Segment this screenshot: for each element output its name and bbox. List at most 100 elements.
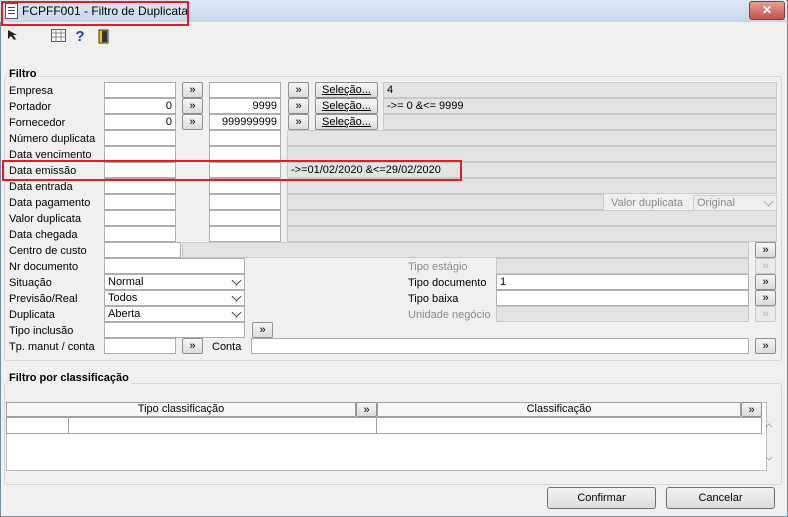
- classificacao-arrow-button[interactable]: »: [741, 402, 762, 417]
- tipo-classificacao-arrow-button[interactable]: »: [356, 402, 377, 417]
- tipo-estagio-input: [496, 258, 749, 274]
- tp-manut-arrow-button[interactable]: »: [182, 338, 203, 354]
- data-chegada-label: Data chegada: [9, 229, 78, 241]
- tipo-inclusao-arrow-button[interactable]: »: [252, 322, 273, 338]
- portador-from-input[interactable]: 0: [104, 98, 176, 114]
- empresa-copy-arrow-button[interactable]: »: [182, 82, 203, 98]
- fornecedor-info: [383, 114, 777, 130]
- conta-label: Conta: [212, 341, 242, 353]
- tipo-documento-label: Tipo documento: [408, 277, 487, 289]
- title-highlight: [1, 1, 189, 26]
- grid-cell-key[interactable]: [6, 417, 69, 434]
- valor-duplicata-to-input[interactable]: [209, 210, 281, 226]
- duplicata-value: Aberta: [108, 308, 141, 320]
- unidade-negocio-input: [496, 306, 749, 322]
- tp-manut-label: Tp. manut / conta: [9, 341, 95, 353]
- empresa-info: 4: [383, 82, 777, 98]
- tipo-inclusao-label: Tipo inclusão: [9, 325, 74, 337]
- portador-info: ->= 0 &<= 9999: [383, 98, 777, 114]
- unidade-negocio-label: Unidade negócio: [408, 309, 491, 321]
- valor-duplicata-info: [287, 210, 777, 226]
- previsao-label: Previsão/Real: [9, 293, 78, 305]
- chevron-down-icon: [231, 275, 242, 286]
- conta-input[interactable]: [251, 338, 749, 354]
- valor-duplicata-select: Original: [693, 195, 777, 211]
- tipo-estagio-label: Tipo estágio: [408, 261, 468, 273]
- classificacao-title: Filtro por classificação: [7, 372, 131, 384]
- confirmar-button[interactable]: Confirmar: [547, 487, 656, 509]
- pointer-icon[interactable]: [5, 29, 21, 45]
- centro-custo-description: [182, 242, 749, 258]
- help-icon[interactable]: ?: [72, 29, 88, 45]
- data-pagamento-to-input[interactable]: [209, 194, 281, 210]
- portador-arrow-button[interactable]: »: [288, 98, 309, 114]
- fornecedor-label: Fornecedor: [9, 117, 66, 129]
- valor-duplicata-right-label: Valor duplicata: [611, 197, 683, 209]
- empresa-from-input[interactable]: [104, 82, 176, 98]
- fornecedor-arrow-button[interactable]: »: [288, 114, 309, 130]
- grid-cell-tipo[interactable]: [69, 417, 377, 434]
- fornecedor-from-input[interactable]: 0: [104, 114, 176, 130]
- exit-door-icon[interactable]: [96, 29, 112, 45]
- situacao-value: Normal: [108, 276, 144, 288]
- conta-arrow-button[interactable]: »: [755, 338, 776, 354]
- data-chegada-to-input[interactable]: [209, 226, 281, 242]
- previsao-select[interactable]: Todos: [104, 290, 245, 306]
- centro-custo-label: Centro de custo: [9, 245, 87, 257]
- grid-cell-classificacao[interactable]: [377, 417, 762, 434]
- grid-icon[interactable]: [50, 29, 66, 45]
- data-chegada-from-input[interactable]: [104, 226, 176, 242]
- fornecedor-copy-arrow-button[interactable]: »: [182, 114, 203, 130]
- data-emissao-highlight: [2, 160, 462, 181]
- close-button[interactable]: ✕: [749, 1, 785, 20]
- chevron-down-icon: [231, 307, 242, 318]
- empresa-arrow-button[interactable]: »: [288, 82, 309, 98]
- valor-duplicata-value: Original: [697, 197, 735, 209]
- tipo-baixa-label: Tipo baixa: [408, 293, 459, 305]
- portador-selecao-button[interactable]: Seleção...: [315, 98, 378, 114]
- data-entrada-label: Data entrada: [9, 181, 73, 193]
- unidade-negocio-arrow-button: »: [755, 306, 776, 322]
- cancelar-button[interactable]: Cancelar: [666, 487, 775, 509]
- duplicata-select[interactable]: Aberta: [104, 306, 245, 322]
- numero-duplicata-to-input[interactable]: [209, 130, 281, 146]
- centro-custo-arrow-button[interactable]: »: [755, 242, 776, 258]
- duplicata-label: Duplicata: [9, 309, 55, 321]
- grid-scrollbar[interactable]: [764, 420, 774, 468]
- fornecedor-to-input[interactable]: 999999999: [209, 114, 281, 130]
- data-pagamento-label: Data pagamento: [9, 197, 91, 209]
- data-chegada-info: [287, 226, 777, 242]
- data-pagamento-from-input[interactable]: [104, 194, 176, 210]
- chevron-down-icon: [763, 196, 774, 207]
- portador-label: Portador: [9, 101, 52, 113]
- empresa-to-input[interactable]: [209, 82, 281, 98]
- nr-documento-label: Nr documento: [9, 261, 79, 273]
- numero-duplicata-from-input[interactable]: [104, 130, 176, 146]
- numero-duplicata-label: Número duplicata: [9, 133, 96, 145]
- previsao-value: Todos: [108, 292, 138, 304]
- centro-custo-input[interactable]: [104, 242, 181, 258]
- empresa-label: Empresa: [9, 85, 54, 97]
- situacao-label: Situação: [9, 277, 52, 289]
- tipo-documento-arrow-button[interactable]: »: [755, 274, 776, 290]
- tipo-baixa-arrow-button[interactable]: »: [755, 290, 776, 306]
- nr-documento-input[interactable]: [104, 258, 245, 274]
- col-tipo-classificacao: Tipo classificação: [6, 402, 356, 417]
- tp-manut-input[interactable]: [104, 338, 176, 354]
- tipo-baixa-input[interactable]: [496, 290, 749, 306]
- chevron-down-icon: [231, 291, 242, 302]
- portador-copy-arrow-button[interactable]: »: [182, 98, 203, 114]
- col-classificacao: Classificação: [377, 402, 741, 417]
- valor-duplicata-from-input[interactable]: [104, 210, 176, 226]
- valor-duplicata-label: Valor duplicata: [9, 213, 81, 225]
- filtro-title: Filtro: [7, 68, 39, 80]
- empresa-selecao-button[interactable]: Seleção...: [315, 82, 378, 98]
- numero-duplicata-info: [287, 130, 777, 146]
- situacao-select[interactable]: Normal: [104, 274, 245, 290]
- portador-to-input[interactable]: 9999: [209, 98, 281, 114]
- data-pagamento-info: [287, 194, 604, 210]
- tipo-estagio-arrow-button: »: [755, 258, 776, 274]
- tipo-inclusao-input[interactable]: [104, 322, 245, 338]
- tipo-documento-input[interactable]: 1: [496, 274, 749, 290]
- fornecedor-selecao-button[interactable]: Seleção...: [315, 114, 378, 130]
